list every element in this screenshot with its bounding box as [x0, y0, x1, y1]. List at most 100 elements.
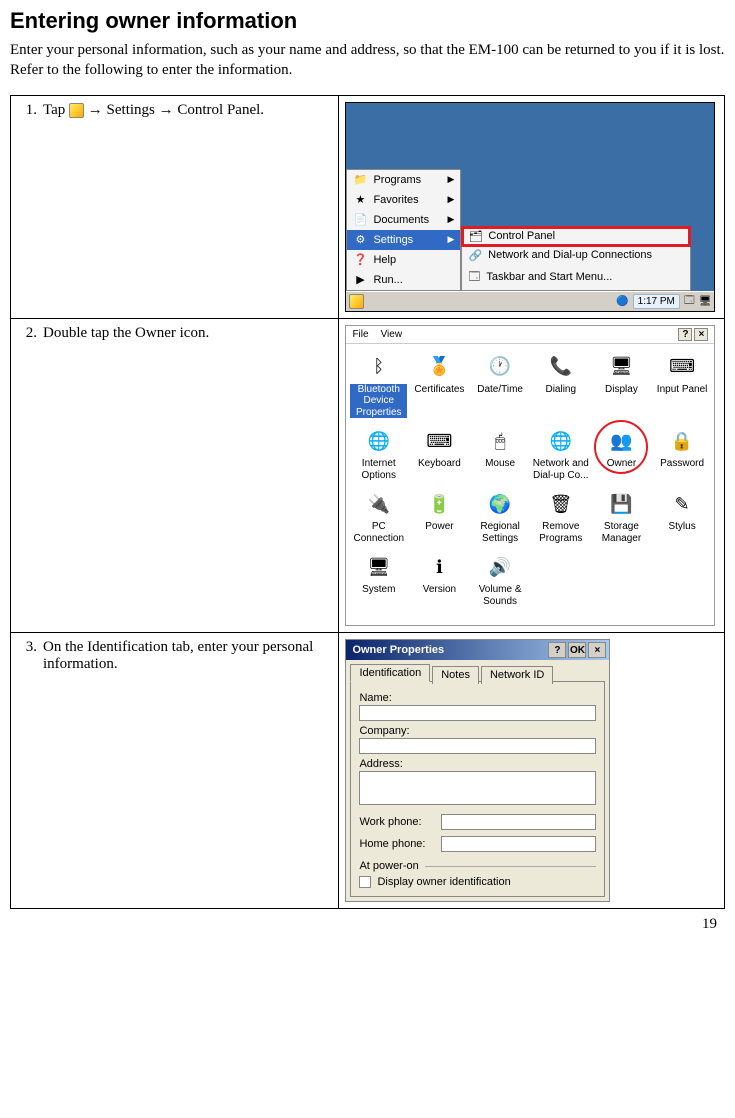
- system-tray: 🔵 1:17 PM 🗔 🖥: [616, 293, 711, 310]
- checkbox-icon: [359, 876, 371, 888]
- name-field[interactable]: [359, 705, 596, 721]
- cpi-label: Volume & Sounds: [472, 584, 529, 607]
- label-company: Company:: [359, 725, 596, 737]
- cpi-label: Internet Options: [350, 458, 407, 481]
- display-owner-checkbox[interactable]: Display owner identification: [359, 876, 596, 888]
- label-work-phone: Work phone:: [359, 816, 435, 828]
- cpi-regional[interactable]: 🌍Regional Settings: [472, 489, 529, 544]
- label-home-phone: Home phone:: [359, 838, 435, 850]
- chevron-right-icon: ▶: [448, 174, 455, 185]
- cpi-label: Network and Dial-up Co...: [532, 458, 589, 481]
- submenu-item-taskbar[interactable]: 🗔 Taskbar and Start Menu...: [462, 265, 690, 290]
- screenshot-control-panel: File View ? × ᛒBluetooth Device Properti…: [345, 325, 715, 627]
- cpi-system[interactable]: 🖥 System: [350, 552, 407, 607]
- display-icon: 🖥: [606, 352, 636, 382]
- cpi-network[interactable]: 🌐Network and Dial-up Co...: [532, 426, 589, 481]
- cpi-label: Date/Time: [477, 384, 523, 396]
- cpi-keyboard[interactable]: ⌨Keyboard: [411, 426, 468, 481]
- cpi-stylus[interactable]: ✎Stylus: [654, 489, 711, 544]
- cpi-pcconn[interactable]: 🔌PC Connection: [350, 489, 407, 544]
- start-icon: [69, 103, 84, 118]
- step-number: 3.: [17, 639, 37, 673]
- step-pre: Tap: [43, 102, 65, 118]
- address-field[interactable]: [359, 771, 596, 805]
- menu-view[interactable]: View: [381, 329, 403, 340]
- cpi-label: Display: [605, 384, 638, 396]
- cpi-certificates[interactable]: 🏅 Certificates: [411, 352, 468, 419]
- cpi-remove[interactable]: 🗑Remove Programs: [532, 489, 589, 544]
- dialog-title: Owner Properties: [352, 644, 444, 656]
- cpi-label: System: [362, 584, 395, 596]
- settings-submenu: 🗂 Control Panel 🔗 Network and Dial-up Co…: [461, 226, 691, 291]
- screenshot-start-menu: 📁 Programs ▶ ★ Favorites ▶ 📄 Documents ▶…: [345, 102, 715, 312]
- taskbar-icon: 🗔: [468, 268, 480, 287]
- work-phone-field[interactable]: [441, 814, 596, 830]
- cpi-internet[interactable]: 🌐Internet Options: [350, 426, 407, 481]
- tray-clock[interactable]: 1:17 PM: [633, 294, 680, 309]
- close-button[interactable]: ×: [694, 328, 708, 341]
- cpi-bluetooth[interactable]: ᛒBluetooth Device Properties: [350, 352, 407, 419]
- cpi-inputpanel[interactable]: ⌨Input Panel: [654, 352, 711, 419]
- menu-label: Favorites: [373, 194, 418, 206]
- cpi-label: Certificates: [414, 384, 464, 396]
- tab-notes[interactable]: Notes: [432, 666, 479, 684]
- cpi-dialing[interactable]: 📞Dialing: [532, 352, 589, 419]
- regional-icon: 🌍: [485, 489, 515, 519]
- cpi-label: Owner: [607, 458, 636, 470]
- step-text: On the Identification tab, enter your pe…: [43, 639, 332, 673]
- tray-icon[interactable]: 🗔: [684, 293, 695, 310]
- tray-icon[interactable]: 🖥: [699, 296, 712, 307]
- network-icon: 🌐: [546, 426, 576, 456]
- control-panel-icon: 🗂: [468, 230, 482, 243]
- menu-file[interactable]: File: [352, 329, 368, 340]
- pcconn-icon: 🔌: [364, 489, 394, 519]
- menu-item-favorites[interactable]: ★ Favorites ▶: [347, 190, 460, 210]
- help-button[interactable]: ?: [548, 642, 566, 658]
- run-icon: ▶: [353, 273, 367, 287]
- cpi-owner[interactable]: 👥 Owner: [593, 426, 650, 481]
- label-name: Name:: [359, 692, 596, 704]
- cpi-label: PC Connection: [350, 521, 407, 544]
- certificates-icon: 🏅: [424, 352, 454, 382]
- start-button[interactable]: [349, 294, 364, 309]
- cpi-label: Storage Manager: [593, 521, 650, 544]
- cpi-display[interactable]: 🖥 Display: [593, 352, 650, 419]
- submenu-label: Network and Dial-up Connections: [488, 249, 652, 261]
- menu-item-settings[interactable]: ⚙ Settings ▶: [347, 230, 460, 250]
- system-icon: 🖥: [364, 552, 394, 582]
- cpi-password[interactable]: 🔒 Password: [654, 426, 711, 481]
- chevron-right-icon: ▶: [448, 234, 455, 245]
- stylus-icon: ✎: [667, 489, 697, 519]
- tab-networkid[interactable]: Network ID: [481, 666, 553, 684]
- company-field[interactable]: [359, 738, 596, 754]
- volume-icon: 🔊: [485, 552, 515, 582]
- cpi-label: Version: [423, 584, 456, 596]
- owner-icon: 👥: [606, 426, 636, 456]
- cpi-datetime[interactable]: 🕐Date/Time: [472, 352, 529, 419]
- programs-icon: 📁: [353, 173, 367, 187]
- menu-item-run[interactable]: ▶ Run...: [347, 270, 460, 290]
- cpi-volume[interactable]: 🔊Volume & Sounds: [472, 552, 529, 607]
- tray-icon[interactable]: 🔵: [616, 296, 628, 307]
- tab-identification[interactable]: Identification: [350, 664, 430, 682]
- menu-label: Settings: [373, 234, 413, 246]
- cpi-version[interactable]: ℹVersion: [411, 552, 468, 607]
- ok-button[interactable]: OK: [568, 642, 586, 658]
- home-phone-field[interactable]: [441, 836, 596, 852]
- help-button[interactable]: ?: [678, 328, 692, 341]
- menu-item-programs[interactable]: 📁 Programs ▶: [347, 170, 460, 190]
- submenu-item-control-panel[interactable]: 🗂 Control Panel: [462, 227, 690, 246]
- menu-item-documents[interactable]: 📄 Documents ▶: [347, 210, 460, 230]
- close-button[interactable]: ×: [588, 642, 606, 658]
- cpi-storage[interactable]: 💾Storage Manager: [593, 489, 650, 544]
- submenu-item-network[interactable]: 🔗 Network and Dial-up Connections: [462, 246, 690, 265]
- cpi-power[interactable]: 🔋Power: [411, 489, 468, 544]
- intro-text: Enter your personal information, such as…: [10, 40, 725, 81]
- internet-icon: 🌐: [364, 426, 394, 456]
- label-address: Address:: [359, 758, 596, 770]
- menu-item-help[interactable]: ❓ Help: [347, 250, 460, 270]
- cpi-label: Password: [660, 458, 704, 470]
- cpi-mouse[interactable]: 🖱Mouse: [472, 426, 529, 481]
- password-icon: 🔒: [667, 426, 697, 456]
- page-number: 19: [702, 916, 717, 933]
